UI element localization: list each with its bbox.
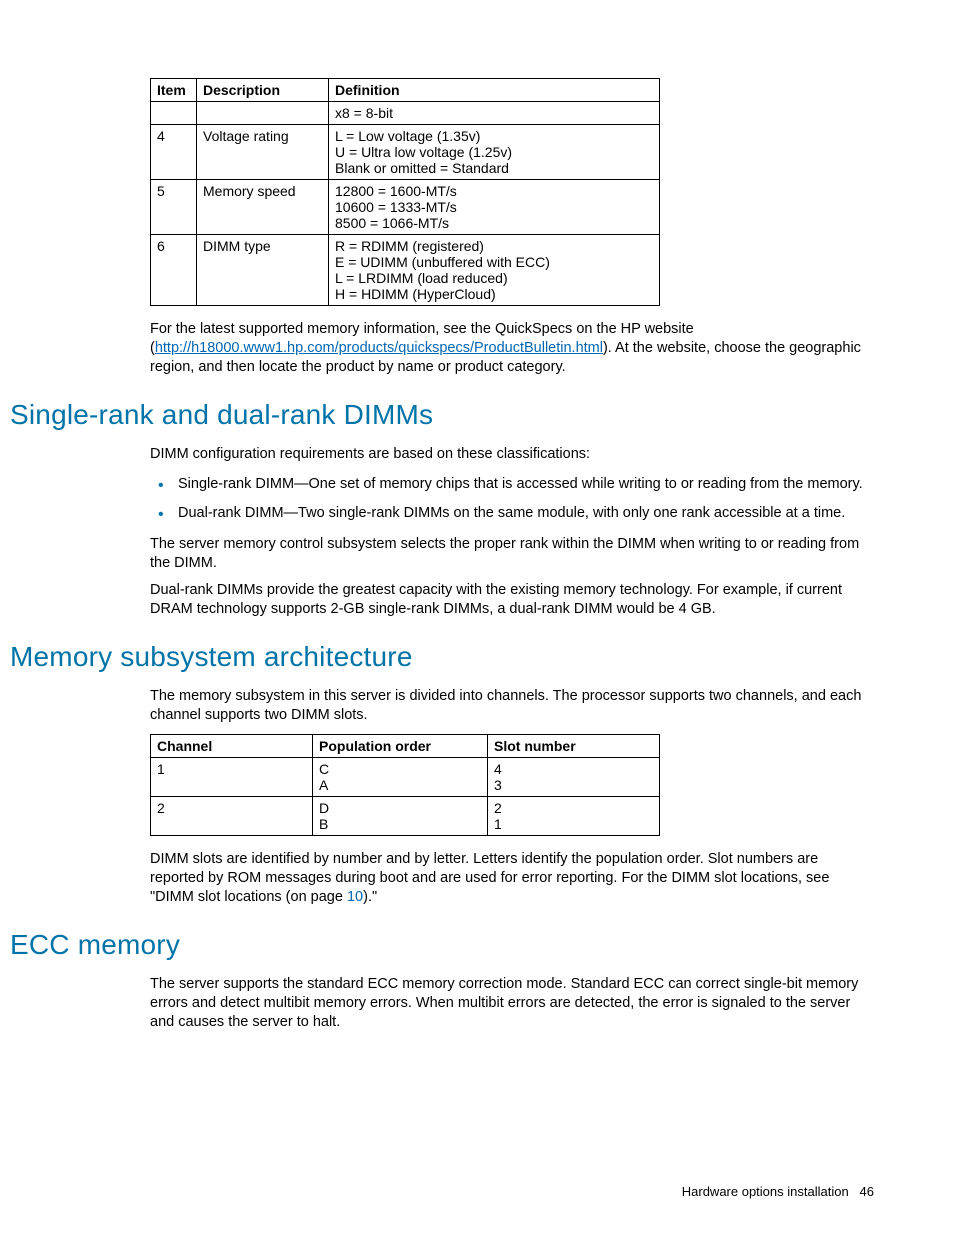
th-item: Item: [151, 79, 197, 102]
th-definition: Definition: [329, 79, 660, 102]
quickspecs-link[interactable]: http://h18000.www1.hp.com/products/quick…: [155, 340, 603, 356]
cell-pop: DB: [313, 796, 488, 835]
dimm-definitions-table: Item Description Definition x8 = 8-bit 4…: [150, 78, 660, 306]
paragraph: DIMM configuration requirements are base…: [150, 445, 874, 464]
heading-ecc-memory: ECC memory: [10, 929, 874, 961]
paragraph: The memory subsystem in this server is d…: [150, 687, 874, 725]
text: ).": [363, 889, 377, 905]
cell-def: x8 = 8-bit: [329, 102, 660, 125]
heading-memory-subsystem: Memory subsystem architecture: [10, 641, 874, 673]
paragraph: The server memory control subsystem sele…: [150, 535, 874, 573]
heading-single-dual-rank: Single-rank and dual-rank DIMMs: [10, 399, 874, 431]
cell-def: 12800 = 1600-MT/s10600 = 1333-MT/s8500 =…: [329, 180, 660, 235]
footer-page-number: 46: [860, 1184, 874, 1199]
table-row: 6 DIMM type R = RDIMM (registered)E = UD…: [151, 235, 660, 306]
text: DIMM slots are identified by number and …: [150, 851, 829, 905]
th-channel: Channel: [151, 734, 313, 757]
th-population-order: Population order: [313, 734, 488, 757]
cell-desc: Voltage rating: [197, 125, 329, 180]
cell-slot: 21: [488, 796, 660, 835]
list-item: Dual-rank DIMM—Two single-rank DIMMs on …: [150, 504, 874, 523]
cell-item: 6: [151, 235, 197, 306]
channel-slot-table: Channel Population order Slot number 1 C…: [150, 734, 660, 836]
table-row: 2 DB 21: [151, 796, 660, 835]
page-footer: Hardware options installation 46: [682, 1184, 874, 1199]
table-row: 5 Memory speed 12800 = 1600-MT/s10600 = …: [151, 180, 660, 235]
list-item: Single-rank DIMM—One set of memory chips…: [150, 475, 874, 494]
cell-pop: CA: [313, 757, 488, 796]
cell-item: 5: [151, 180, 197, 235]
cell-desc: DIMM type: [197, 235, 329, 306]
page-link-10[interactable]: 10: [347, 889, 363, 905]
cell-item: [151, 102, 197, 125]
cell-item: 4: [151, 125, 197, 180]
paragraph: DIMM slots are identified by number and …: [150, 850, 874, 907]
th-description: Description: [197, 79, 329, 102]
footer-section-title: Hardware options installation: [682, 1184, 849, 1199]
bullet-list: Single-rank DIMM—One set of memory chips…: [150, 475, 874, 523]
cell-def: R = RDIMM (registered)E = UDIMM (unbuffe…: [329, 235, 660, 306]
quickspecs-paragraph: For the latest supported memory informat…: [150, 320, 874, 377]
th-slot-number: Slot number: [488, 734, 660, 757]
cell-channel: 1: [151, 757, 313, 796]
table-row: 4 Voltage rating L = Low voltage (1.35v)…: [151, 125, 660, 180]
table-row: x8 = 8-bit: [151, 102, 660, 125]
cell-desc: Memory speed: [197, 180, 329, 235]
paragraph: The server supports the standard ECC mem…: [150, 975, 874, 1032]
table-row: 1 CA 43: [151, 757, 660, 796]
cell-channel: 2: [151, 796, 313, 835]
paragraph: Dual-rank DIMMs provide the greatest cap…: [150, 581, 874, 619]
cell-slot: 43: [488, 757, 660, 796]
cell-def: L = Low voltage (1.35v)U = Ultra low vol…: [329, 125, 660, 180]
cell-desc: [197, 102, 329, 125]
